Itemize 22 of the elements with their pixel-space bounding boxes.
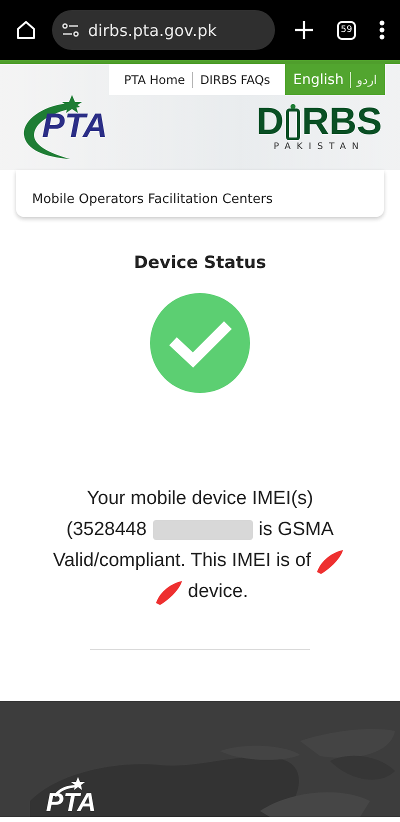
home-icon[interactable] (14, 18, 38, 42)
nav-link[interactable]: DIRBS FAQs (193, 72, 278, 86)
phone-icon (286, 104, 300, 140)
menu-icon[interactable] (378, 19, 386, 41)
status-message: is GSMA (258, 518, 334, 540)
address-bar[interactable]: dirbs.pta.gov.pk (52, 10, 275, 50)
logo-text: RBS (302, 104, 382, 140)
status-message: Valid/compliant. This IMEI is of (52, 550, 311, 572)
logo-text: PTA (42, 107, 108, 146)
site-settings-icon[interactable] (62, 23, 80, 37)
status-message: Your mobile device IMEI(s) (86, 488, 314, 510)
tab-count-button[interactable]: 59 (337, 20, 356, 40)
logo-text: D (256, 104, 284, 140)
nav-link[interactable]: PTA Home (116, 72, 192, 86)
url-text: dirbs.pta.gov.pk (88, 20, 217, 40)
status-message: device. (188, 580, 248, 602)
status-message: (3528448 (66, 518, 147, 540)
menu-item[interactable]: Mobile Operators Facilitation Centers (32, 192, 273, 207)
section-title: Device Status (132, 253, 268, 273)
new-tab-icon[interactable] (293, 19, 315, 41)
logo-text: PTA (46, 789, 96, 815)
logo-subtitle: PAKISTAN (274, 142, 365, 152)
